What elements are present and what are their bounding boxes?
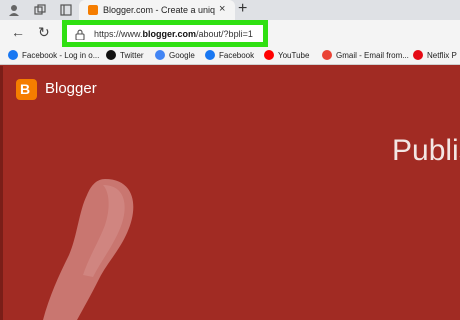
workspaces-icon[interactable] <box>34 4 46 16</box>
netflix-icon <box>413 50 423 60</box>
x-icon <box>106 50 116 60</box>
back-button[interactable]: ← <box>11 24 25 40</box>
browser-toolbar: ← ↻ https://www.blogger.com/about/?bpli=… <box>0 20 460 47</box>
google-icon <box>155 50 165 60</box>
bookmark-label: YouTube <box>278 51 310 60</box>
blogger-logo-icon[interactable]: B <box>16 79 37 100</box>
facebook-icon <box>205 50 215 60</box>
bookmark-facebook[interactable]: Facebook - Log in o... <box>8 50 99 62</box>
bookmark-label: Netflix P <box>427 51 457 60</box>
bookmark-label: Facebook <box>219 51 255 60</box>
address-bar[interactable]: https://www.blogger.com/about/?bpli=1 <box>62 20 268 47</box>
bookmark-label: Gmail - Email from... <box>336 51 409 60</box>
bookmark-label: Twitter <box>120 51 144 60</box>
bookmark-netflix[interactable]: Netflix P <box>413 50 457 62</box>
tab-actions-icon[interactable] <box>60 4 72 16</box>
bookmark-gmail[interactable]: Gmail - Email from... <box>322 50 409 62</box>
hero-heading: Publis <box>392 134 460 167</box>
blogger-favicon-icon <box>88 5 98 15</box>
close-tab-icon[interactable]: × <box>219 3 225 15</box>
decorative-shape <box>43 179 134 320</box>
new-tab-button[interactable]: + <box>238 1 247 17</box>
facebook-icon <box>8 50 18 60</box>
bookmark-facebook[interactable]: Facebook <box>205 50 254 62</box>
bookmark-label: Google <box>169 51 195 60</box>
tab-blogger[interactable]: Blogger.com - Create a unique a × <box>79 0 235 20</box>
url-text[interactable]: https://www.blogger.com/about/?bpli=1 <box>94 29 253 40</box>
lock-icon[interactable] <box>75 29 85 40</box>
youtube-icon <box>264 50 274 60</box>
tab-title: Blogger.com - Create a unique a <box>103 5 215 15</box>
bookmark-youtube[interactable]: YouTube <box>264 50 309 62</box>
tab-strip: Blogger.com - Create a unique a × + <box>0 0 460 20</box>
blogger-logo-text[interactable]: Blogger <box>45 79 97 99</box>
bookmark-x[interactable]: Twitter <box>106 50 144 62</box>
bookmark-label: Facebook - Log in o... <box>22 51 100 60</box>
bookmarks-bar: Facebook - Log in o... Twitter Google Faceb… <box>0 47 460 65</box>
blogger-page: B Blogger Publis <box>0 66 460 320</box>
reload-button[interactable]: ↻ <box>38 24 50 40</box>
gmail-icon <box>322 50 332 60</box>
profile-icon[interactable] <box>8 4 20 16</box>
bookmark-google[interactable]: Google <box>155 50 195 62</box>
